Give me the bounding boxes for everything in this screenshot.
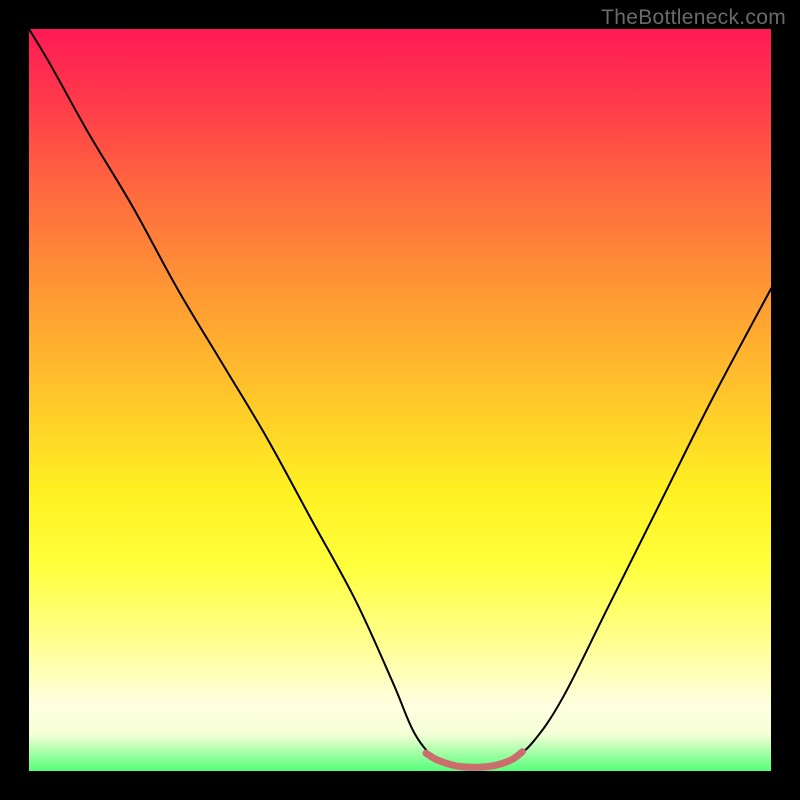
chart-frame: TheBottleneck.com — [0, 0, 800, 800]
optimal-region-marker — [426, 752, 522, 768]
curve-layer — [29, 29, 771, 771]
watermark-text: TheBottleneck.com — [601, 6, 786, 30]
bottleneck-curve — [29, 29, 771, 767]
plot-area — [29, 29, 771, 771]
